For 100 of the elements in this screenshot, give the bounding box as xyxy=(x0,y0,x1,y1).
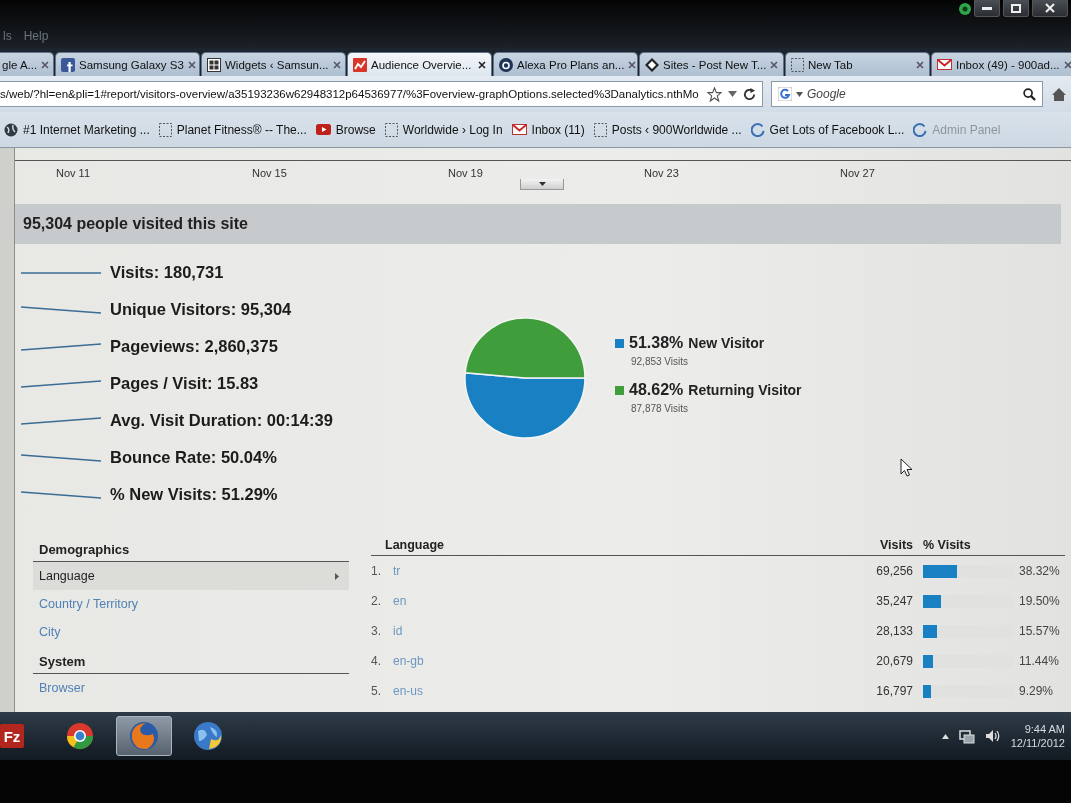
column-header[interactable]: Language xyxy=(371,538,841,552)
legend-label: Returning Visitor xyxy=(688,382,802,398)
browser-tab[interactable]: New Tab xyxy=(785,52,930,76)
browser-tab[interactable]: gle A... xyxy=(0,52,54,76)
axis-label: Nov 27 xyxy=(840,166,876,179)
table-cell: 9.29% xyxy=(1019,684,1054,698)
metric-text: Unique Visitors: 95,304 xyxy=(110,300,292,319)
column-header[interactable]: Visits xyxy=(841,538,913,552)
clock[interactable]: 9:44 AM 12/11/2012 xyxy=(1010,722,1065,750)
close-icon xyxy=(1045,3,1055,13)
address-field[interactable]: s/web/?hl=en&pli=1#report/visitors-overview/a35193236w62948312p64536977/%3Foverview-graphOptions.selected%3Danalytics.nthMo xyxy=(0,81,763,107)
bookmark[interactable]: Posts ‹ 900Worldwide ... xyxy=(593,120,742,139)
bookmark[interactable]: Worldwide › Log In xyxy=(384,120,503,139)
blank-page-icon xyxy=(791,57,804,72)
caret-down-icon[interactable] xyxy=(796,91,803,97)
caret-right-icon xyxy=(335,572,339,580)
menu-item[interactable]: Help xyxy=(23,29,49,43)
taskbar-app-tile[interactable]: Fz xyxy=(0,724,24,748)
legend-label: New Visitor xyxy=(688,335,765,351)
ring-icon xyxy=(750,122,765,137)
ring-icon xyxy=(913,122,928,137)
ring-logo-icon xyxy=(66,722,94,750)
caret-up-icon[interactable] xyxy=(941,733,949,739)
row-number: 3. xyxy=(371,624,382,638)
close-icon[interactable] xyxy=(478,60,486,69)
play-icon xyxy=(315,124,331,135)
blank-page-icon xyxy=(158,122,172,137)
search-engine-icon xyxy=(778,87,792,101)
table-cell-text: 69,256 xyxy=(875,564,913,578)
menu-item[interactable]: ls xyxy=(3,29,12,43)
table-cell: 11.44% xyxy=(1019,654,1059,668)
table-cell-text: 28,133 xyxy=(875,624,913,638)
maximize-button[interactable] xyxy=(1003,0,1029,17)
column-header[interactable]: % Visits xyxy=(913,538,1065,552)
browser-tab[interactable]: Samsung Galaxy S3 xyxy=(55,52,200,76)
legend-visits: 92,853 Visits xyxy=(630,356,690,367)
legend-percent: 51.38% xyxy=(629,334,684,352)
browser-tab[interactable]: Inbox (49) - 900ad... xyxy=(931,52,1071,76)
globe-icon xyxy=(193,721,223,751)
diamond-icon xyxy=(645,57,659,72)
maximize-icon xyxy=(1011,3,1021,13)
table-cell-text: 16,797 xyxy=(875,684,913,698)
metric-text: Pageviews: 2,860,375 xyxy=(110,337,278,356)
minimize-icon xyxy=(982,6,992,10)
metric-text: Visits: 180,731 xyxy=(110,263,224,282)
cursor-icon xyxy=(900,458,913,477)
metric-text: % New Visits: 51.29% xyxy=(110,485,278,504)
chart-icon xyxy=(353,57,367,72)
globe-icon xyxy=(4,122,18,137)
row-number: 1. xyxy=(371,564,382,578)
table-cell-text: 35,247 xyxy=(875,594,913,608)
bookmark[interactable]: Get Lots of Facebook L... xyxy=(750,120,905,139)
table-cell-text: 20,679 xyxy=(875,654,913,668)
axis-label: Nov 15 xyxy=(252,166,288,179)
section-heading: System xyxy=(33,652,349,674)
orb-icon xyxy=(129,721,159,751)
search-input[interactable]: Google xyxy=(807,84,1019,104)
status-dot-icon xyxy=(959,2,971,15)
axis-label: Nov 23 xyxy=(644,166,680,179)
metric-text: Pages / Visit: 15.83 xyxy=(110,374,259,393)
row-number: 2. xyxy=(371,594,382,608)
bookmark[interactable]: Planet Fitness® -- The... xyxy=(158,120,307,139)
grid-icon xyxy=(207,57,221,72)
disc-icon xyxy=(499,57,513,72)
table-cell: 38.32% xyxy=(1019,564,1060,578)
browser-tab[interactable]: Audience Overvie... xyxy=(347,52,492,76)
row-number: 4. xyxy=(371,654,382,668)
summary-heading: 95,304 people visited this site xyxy=(15,204,1061,244)
metric-text: Avg. Visit Duration: 00:14:39 xyxy=(110,411,333,430)
table-cell: 15.57% xyxy=(1019,624,1060,638)
legend-visits: 87,878 Visits xyxy=(630,403,690,414)
envelope-icon xyxy=(511,124,527,135)
table-cell: 19.50% xyxy=(1019,594,1060,608)
row-number: 5. xyxy=(371,684,382,698)
chart-handle[interactable] xyxy=(520,179,564,190)
home-icon[interactable] xyxy=(1051,86,1067,102)
search-icon[interactable] xyxy=(1023,87,1036,101)
sidebar-item[interactable]: Language xyxy=(33,562,349,590)
network-icon[interactable] xyxy=(958,728,975,744)
star-icon[interactable] xyxy=(707,86,722,102)
volume-icon[interactable] xyxy=(984,729,1001,743)
bookmark[interactable]: #1 Internet Marketing ... xyxy=(4,120,150,139)
browser-tab[interactable]: Sites - Post New T... xyxy=(639,52,784,76)
axis-label: Nov 11 xyxy=(56,166,92,179)
envelope-icon xyxy=(937,59,952,70)
blank-page-icon xyxy=(593,122,607,137)
blank-page-icon xyxy=(384,122,398,137)
close-button[interactable] xyxy=(1032,0,1068,17)
caret-down-icon[interactable] xyxy=(728,91,737,97)
browser-tab[interactable]: Widgets ‹ Samsun... xyxy=(201,52,346,76)
bookmark[interactable]: Inbox (11) xyxy=(511,120,585,139)
bookmark[interactable]: Browse xyxy=(315,120,376,139)
browser-tab[interactable]: Alexa Pro Plans an... xyxy=(493,52,638,76)
search-field[interactable]: Google xyxy=(771,81,1043,107)
square-logo-icon xyxy=(61,57,75,72)
minimize-button[interactable] xyxy=(974,0,1000,17)
axis-label: Nov 19 xyxy=(448,166,484,179)
caret-down-icon xyxy=(538,182,546,186)
reload-icon[interactable] xyxy=(743,87,756,101)
legend-percent: 48.62% xyxy=(629,381,684,399)
